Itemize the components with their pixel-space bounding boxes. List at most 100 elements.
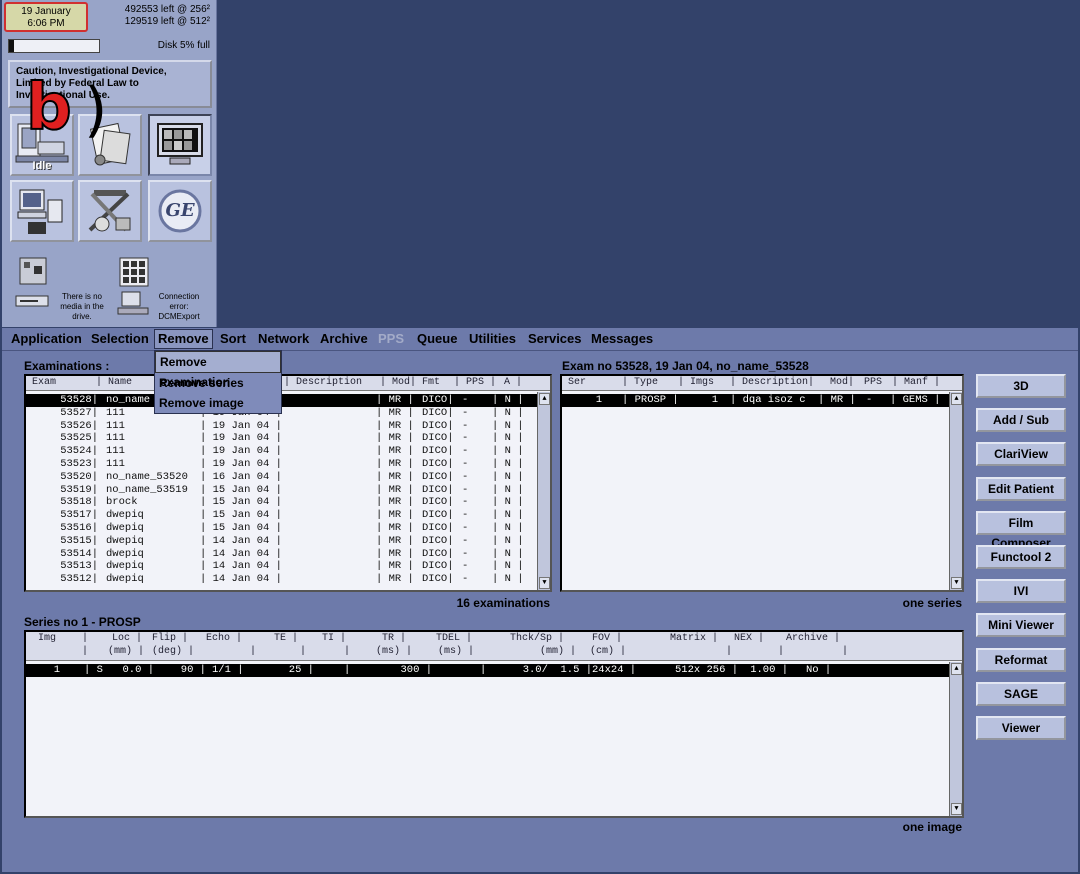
scroll-up-icon[interactable]: ▲ [951, 393, 962, 405]
time-text: 6:06 PM [27, 18, 65, 29]
cell-name: 111 [106, 406, 125, 419]
ge-logo-text: GE [165, 200, 195, 221]
menu-messages[interactable]: Messages [591, 331, 653, 346]
scroll-down-icon[interactable]: ▼ [951, 803, 962, 815]
menu-application[interactable]: Application [11, 331, 82, 346]
examinations-list[interactable]: Exam | Name | Description | Mod| Fmt | P… [24, 374, 552, 592]
col-flip-unit: (deg) | [152, 646, 195, 657]
col-matrix-unit: | [726, 646, 733, 657]
add-sub-button[interactable]: Add / Sub [976, 408, 1066, 433]
cell-archive: No | [806, 664, 832, 676]
cell-exam: 53517| [60, 509, 98, 522]
table-row[interactable]: 53518| brock | 15 Jan 04 | | MR | DICO| - | N … [26, 496, 538, 509]
cell-a: | N | [492, 394, 524, 406]
col-series-pps: PPS [864, 377, 883, 388]
col-tdel-unit: (ms) | [438, 646, 475, 657]
functool-2-button[interactable]: Functool 2 [976, 545, 1066, 569]
table-row[interactable]: 53527|111| 19 Jan 04 || MR |DICO|-| N | [26, 407, 538, 420]
scroll-up-icon[interactable]: ▲ [951, 663, 962, 675]
cell-date: | 14 Jan 04 | [200, 534, 282, 547]
table-row[interactable]: 53512| dwepiq | 14 Jan 04 | | MR | DICO| - | N… [26, 573, 538, 586]
scroll-down-icon[interactable]: ▼ [951, 577, 962, 589]
3d-button[interactable]: 3D [976, 374, 1066, 398]
col-loc: Loc | [112, 633, 143, 644]
col-sep: | [82, 633, 89, 644]
col-fov: FOV | [592, 633, 623, 644]
cell-img: 1 [53, 664, 60, 676]
cell-pps: - [462, 496, 469, 509]
disk-usage-bar [8, 39, 100, 53]
table-row[interactable]: 1 | S 0.0 | 90 | 1/1 | 25 | | 300 | | 3.0/ 1.5 | 2… [26, 664, 950, 677]
cell-name: 111 [106, 458, 125, 470]
table-row[interactable]: 53514| dwepiq | 14 Jan 04 | | MR | DICO| - | N… [26, 548, 538, 561]
table-row[interactable]: 53524| 111 | 19 Jan 04 | | MR | DICO| - | N | [26, 445, 538, 458]
menu-queue[interactable]: Queue [417, 331, 457, 346]
table-row[interactable]: 53523| 111 | 19 Jan 04 | | MR | DICO| - | N | [26, 458, 538, 471]
viewer-tile[interactable] [148, 114, 212, 176]
menu-network[interactable]: Network [258, 331, 309, 346]
table-row[interactable]: 53520| no_name_53520 | 16 Jan 04 | | MR | DI… [26, 471, 538, 484]
clariview-button[interactable]: ClariView [976, 442, 1066, 467]
table-row[interactable]: 53526| 111 | 19 Jan 04 | | MR | DICO| - | N | [26, 420, 538, 433]
col-series-description: | Description| [730, 377, 815, 388]
cell-type: | PROSP | [622, 394, 679, 406]
table-row[interactable]: 53515| dwepiq | 14 Jan 04 | | MR | DICO| - | N… [26, 535, 538, 548]
menu-remove[interactable]: Remove [154, 329, 213, 349]
remove-dropdown-menu: Remove examination Remove series Remove … [154, 350, 282, 414]
workstation-tile[interactable] [10, 180, 74, 242]
table-row[interactable]: 1 | PROSP | 1 | dqa isoz c | MR | - | GEMS | [562, 394, 950, 407]
mini-viewer-button[interactable]: Mini Viewer [976, 613, 1066, 638]
cell-a: | N | [492, 419, 524, 432]
ge-tile[interactable]: GE [148, 180, 212, 242]
edit-patient-button[interactable]: Edit Patient [976, 476, 1066, 501]
menu-utilities[interactable]: Utilities [469, 331, 516, 346]
table-row[interactable]: 53513| dwepiq | 14 Jan 04 | | MR | DICO| - | N… [26, 560, 538, 573]
remove-image-item[interactable]: Remove image [155, 393, 281, 413]
cell-pps: - [462, 458, 469, 470]
col-ti: TI | [322, 633, 347, 644]
col-tr: TR | [382, 633, 407, 644]
menu-archive[interactable]: Archive [320, 331, 368, 346]
table-row[interactable]: 53528| no_name | MR | DICO| - | N | [26, 394, 538, 407]
table-row[interactable]: 53519| no_name_53519 | 15 Jan 04 | | MR | DI… [26, 484, 538, 497]
scroll-up-icon[interactable]: ▲ [539, 393, 550, 405]
cell-pps: - [462, 419, 469, 432]
cell-pps: - [462, 445, 469, 458]
service-tile[interactable] [78, 180, 142, 242]
col-ser: Ser [568, 377, 587, 388]
cell-desc: | dqa isoz c [730, 394, 806, 406]
sage-button[interactable]: SAGE [976, 681, 1066, 706]
menu-services[interactable]: Services [528, 331, 582, 346]
images-scrollbar[interactable]: ▲ ▼ [949, 662, 962, 816]
status-panel: 19 January 6:06 PM 492553 left @ 256² 12… [2, 0, 217, 327]
series-scrollbar[interactable]: ▲ ▼ [949, 392, 962, 590]
scroll-down-icon[interactable]: ▼ [539, 577, 550, 589]
cell-name: 111 [106, 419, 125, 432]
examinations-scrollbar[interactable]: ▲ ▼ [537, 392, 550, 590]
cell-date: | 14 Jan 04 | [200, 547, 282, 560]
col-matrix: Matrix | [670, 633, 719, 644]
connection-status-text: Connection error: DCMExport [158, 292, 200, 321]
date-time-display: 19 January 6:06 PM [4, 2, 88, 32]
series-list[interactable]: Ser | Type | Imgs | Description| Mod| PP… [560, 374, 964, 592]
viewer-button[interactable]: Viewer [976, 716, 1066, 740]
table-row[interactable]: 53517| dwepiq | 15 Jan 04 | | MR | DICO| - | N… [26, 509, 538, 522]
menu-selection[interactable]: Selection [91, 331, 149, 346]
cell-mod: | MR | [376, 522, 414, 534]
reformat-button[interactable]: Reformat [976, 647, 1066, 672]
images-list[interactable]: Img | Loc | Flip | Echo | TE | TI | TR |… [24, 630, 964, 818]
table-row[interactable]: 53525| 111 | 19 Jan 04 | | MR | DICO| - | N | [26, 432, 538, 445]
table-row[interactable]: 53516| dwepiq | 15 Jan 04 | | MR | DICO| - | N… [26, 522, 538, 535]
ivi-button[interactable]: IVI [976, 579, 1066, 604]
col-exam: Exam [32, 377, 57, 388]
cell-fmt: DICO| [422, 470, 454, 483]
cell-exam: 53513| [60, 560, 98, 573]
cell-mod: | MR | [376, 483, 414, 496]
cell-fmt: DICO| [422, 522, 454, 534]
film-composer-button[interactable]: Film Composer [976, 510, 1066, 550]
remove-series-item[interactable]: Remove series [155, 373, 281, 393]
cell-matrix: 512x 256 | [674, 664, 738, 676]
monitor-icon [157, 123, 203, 165]
menu-sort[interactable]: Sort [220, 331, 246, 346]
remove-examination-item[interactable]: Remove examination [155, 351, 281, 389]
